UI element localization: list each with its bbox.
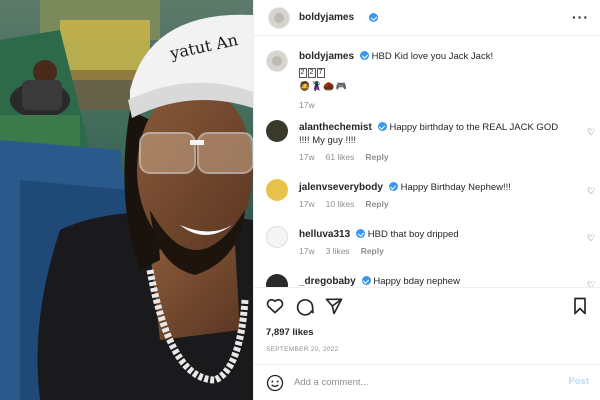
add-comment-input[interactable] [294, 373, 534, 391]
verified-badge-icon [377, 122, 387, 131]
comment-age[interactable]: 17w [299, 199, 315, 209]
post-author-username[interactable]: boldyjames [299, 12, 354, 23]
comment-text: Happy bday nephew [373, 276, 460, 287]
verified-badge-icon [361, 276, 371, 285]
emoji-icon[interactable] [266, 374, 284, 392]
post-comment-button[interactable]: Post [568, 376, 589, 387]
heart-icon[interactable] [265, 296, 285, 316]
avatar[interactable] [266, 179, 288, 201]
caption-age[interactable]: 17w [299, 100, 315, 110]
comment-username[interactable]: alanthechemist [299, 122, 372, 133]
comment-likes[interactable]: 10 likes [326, 199, 355, 209]
comment-age[interactable]: 17w [299, 152, 315, 162]
add-comment-bar: Post [254, 364, 600, 400]
comment-text: Happy Birthday Nephew!!! [400, 182, 511, 193]
avatar[interactable] [268, 7, 290, 29]
more-horizontal-icon[interactable]: ··· [572, 10, 589, 24]
comment-age[interactable]: 17w [299, 246, 315, 256]
post-photo[interactable]: yatut An [0, 0, 253, 400]
post-header: boldyjames ··· [254, 0, 600, 36]
reply-button[interactable]: Reply [365, 199, 388, 209]
reply-button[interactable]: Reply [365, 152, 388, 162]
share-icon[interactable] [324, 296, 344, 316]
verified-badge-icon [356, 229, 366, 238]
avatar[interactable] [266, 50, 288, 72]
instagram-post-modal: yatut An boldyjames ··· boldyjames HBD K… [0, 0, 600, 400]
comment-username[interactable]: jalenvseverybody [299, 182, 383, 193]
post-date: SEPTEMBER 20, 2022 [266, 346, 339, 353]
selfie-image: yatut An [0, 0, 253, 400]
avatar[interactable] [266, 120, 288, 142]
heart-icon[interactable]: ♡ [587, 127, 597, 137]
comment-text: HBD that boy dripped [367, 229, 459, 240]
verified-badge-icon [388, 182, 398, 191]
caption-username[interactable]: boldyjames [299, 51, 354, 62]
comment-likes[interactable]: 61 likes [326, 152, 355, 162]
post-side-panel: boldyjames ··· boldyjames HBD Kid love y… [253, 0, 600, 400]
reply-button[interactable]: Reply [361, 246, 384, 256]
caption-emojis: 🧔🦹🏿‍♂️🌰🎮 [299, 81, 348, 91]
bookmark-icon[interactable] [570, 296, 590, 316]
post-actions: 7,897 likes SEPTEMBER 20, 2022 Post [254, 287, 600, 392]
heart-icon[interactable]: ♡ [587, 280, 597, 287]
avatar[interactable] [266, 274, 288, 287]
likes-count[interactable]: 7,897 likes [266, 327, 314, 338]
avatar[interactable] [266, 226, 288, 248]
caption-text: HBD Kid love you Jack Jack! [371, 51, 494, 62]
heart-icon[interactable]: ♡ [587, 233, 597, 243]
comment-icon[interactable] [295, 296, 315, 316]
heart-icon[interactable]: ♡ [587, 186, 597, 196]
verified-badge-icon [360, 51, 370, 60]
comment-username[interactable]: helluva313 [299, 229, 350, 240]
comment-likes[interactable]: 3 likes [326, 246, 350, 256]
verified-badge-icon [369, 13, 378, 22]
comments-list[interactable]: boldyjames HBD Kid love you Jack Jack! 2… [254, 36, 600, 287]
comment-username[interactable]: _dregobaby [299, 276, 356, 287]
caption-number-boxes: 227 [299, 68, 325, 78]
